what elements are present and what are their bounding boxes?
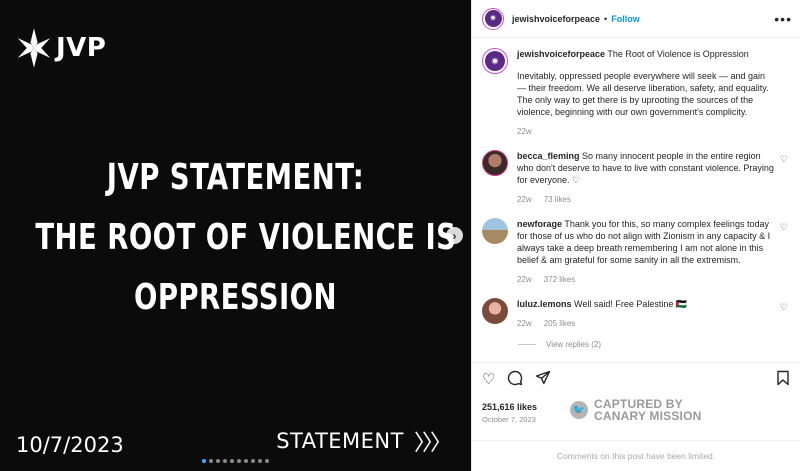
- headline-line-3: OPPRESSION: [134, 277, 337, 318]
- post-header: ✷ jewishvoiceforpeace • Follow •••: [472, 0, 800, 38]
- avatar[interactable]: [482, 298, 508, 324]
- comment-bubble-icon[interactable]: [507, 370, 523, 389]
- comment-username[interactable]: luluz.lemons: [517, 299, 572, 309]
- header-username[interactable]: jewishvoiceforpeace: [512, 14, 600, 24]
- comments-list[interactable]: ✷ jewishvoiceforpeace The Root of Violen…: [472, 38, 800, 360]
- star-logo-icon: ✷: [484, 10, 502, 27]
- heart-icon[interactable]: ♡: [780, 154, 788, 165]
- comment-age[interactable]: 22w: [517, 274, 532, 286]
- statement-date: 10/7/2023: [16, 433, 124, 457]
- carousel-dot[interactable]: [237, 459, 241, 463]
- watermark: 🐦 CAPTURED BY CANARY MISSION: [570, 398, 701, 422]
- comment-text: Well said! Free Palestine 🇵🇸: [574, 299, 688, 309]
- heart-icon[interactable]: ♡: [780, 222, 788, 233]
- comment-likes[interactable]: 372 likes: [544, 274, 576, 286]
- watermark-line-2: CANARY MISSION: [594, 409, 702, 423]
- carousel-dot[interactable]: [223, 459, 227, 463]
- reply-divider: [518, 344, 536, 345]
- statement-label: STATEMENT 〉〉〉: [276, 425, 452, 457]
- comments-limited-notice: Comments on this post have been limited.: [472, 440, 800, 471]
- caption: ✷ jewishvoiceforpeace The Root of Violen…: [482, 48, 790, 138]
- headline-line-1: JVP STATEMENT:: [106, 157, 365, 198]
- star-logo-icon: ✷: [485, 51, 505, 71]
- chevron-right-icon: ›: [452, 228, 457, 243]
- caption-title: The Root of Violence is Oppression: [607, 49, 749, 59]
- comment-item: newforage Thank you for this, so many co…: [482, 218, 790, 286]
- star-logo-icon: [17, 28, 51, 68]
- headline-line-2: THE ROOT OF VIOLENCE IS: [35, 217, 457, 258]
- carousel-dot[interactable]: [230, 459, 234, 463]
- bookmark-icon[interactable]: [776, 370, 790, 389]
- more-options-icon[interactable]: •••: [774, 11, 792, 27]
- post-sidebar: ✷ jewishvoiceforpeace • Follow ••• ✷ jew…: [471, 0, 800, 471]
- avatar[interactable]: [482, 218, 508, 244]
- separator-dot: •: [604, 13, 608, 24]
- comment-likes[interactable]: 73 likes: [544, 194, 571, 206]
- avatar[interactable]: ✷: [482, 48, 508, 74]
- follow-button[interactable]: Follow: [611, 14, 640, 24]
- carousel-dot[interactable]: [251, 459, 255, 463]
- comment-likes[interactable]: 205 likes: [544, 318, 576, 330]
- comment-age[interactable]: 22w: [517, 318, 532, 330]
- likes-count[interactable]: 251,616 likes: [482, 402, 537, 412]
- action-bar: ♡: [472, 362, 800, 396]
- view-replies-label: View replies (2): [546, 340, 601, 349]
- carousel-dot[interactable]: [209, 459, 213, 463]
- comment-age[interactable]: 22w: [517, 194, 532, 206]
- headline: JVP STATEMENT: THE ROOT OF VIOLENCE IS O…: [0, 148, 471, 328]
- statement-text: STATEMENT: [276, 429, 404, 453]
- avatar[interactable]: ✷: [482, 7, 504, 30]
- post-date[interactable]: October 7, 2023: [482, 415, 536, 424]
- comment-username[interactable]: becca_fleming: [517, 151, 580, 161]
- carousel-dots: [0, 459, 471, 463]
- share-send-icon[interactable]: [535, 370, 551, 389]
- carousel-dot[interactable]: [216, 459, 220, 463]
- brand-name: JVP: [56, 33, 107, 63]
- heart-icon[interactable]: ♡: [780, 302, 788, 313]
- caption-text: Inevitably, oppressed people everywhere …: [517, 71, 769, 117]
- comment-item: luluz.lemons Well said! Free Palestine 🇵…: [482, 298, 790, 330]
- carousel-dot[interactable]: [258, 459, 262, 463]
- canary-bird-icon: 🐦: [570, 401, 588, 419]
- carousel-dot[interactable]: [244, 459, 248, 463]
- comment-item: becca_fleming So many innocent people in…: [482, 150, 790, 206]
- next-slide-button[interactable]: ›: [446, 227, 463, 244]
- avatar[interactable]: [482, 150, 508, 176]
- post-media[interactable]: JVP JVP STATEMENT: THE ROOT OF VIOLENCE …: [0, 0, 471, 471]
- jvp-logo: JVP: [16, 24, 106, 72]
- instagram-post-view: JVP JVP STATEMENT: THE ROOT OF VIOLENCE …: [0, 0, 800, 471]
- caption-username[interactable]: jewishvoiceforpeace: [517, 49, 605, 59]
- comment-username[interactable]: newforage: [517, 219, 562, 229]
- carousel-dot[interactable]: [265, 459, 269, 463]
- like-heart-icon[interactable]: ♡: [482, 372, 495, 387]
- triple-chevron-icon: 〉〉〉: [413, 431, 452, 456]
- carousel-dot[interactable]: [202, 459, 206, 463]
- view-replies-button[interactable]: View replies (2): [518, 340, 790, 349]
- caption-age[interactable]: 22w: [517, 126, 532, 138]
